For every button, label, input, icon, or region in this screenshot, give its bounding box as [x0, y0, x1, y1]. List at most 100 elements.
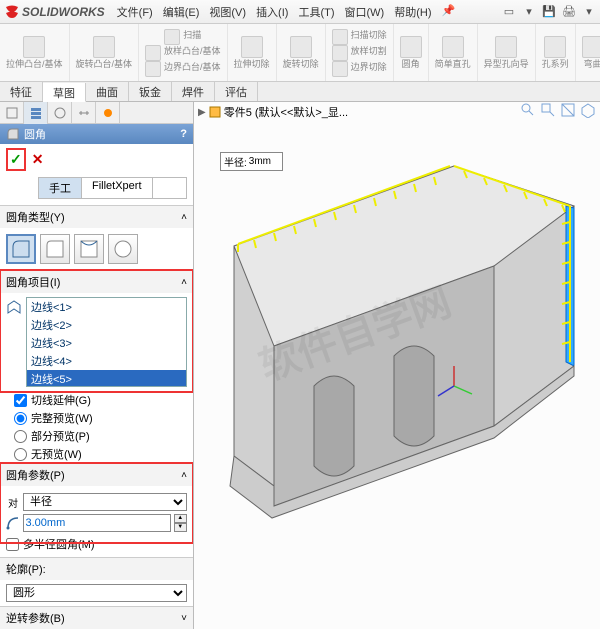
type-face-fillet[interactable]	[74, 234, 104, 264]
chevron-up-icon: ˄	[181, 212, 187, 223]
revolve-cut-button[interactable]	[290, 36, 312, 58]
menu-insert[interactable]: 插入(I)	[252, 2, 292, 22]
main-menu: 文件(F) 编辑(E) 视图(V) 插入(I) 工具(T) 窗口(W) 帮助(H…	[113, 2, 460, 22]
model-rendering	[194, 126, 600, 626]
full-preview-radio[interactable]	[14, 412, 27, 425]
hole-series-button[interactable]	[544, 36, 566, 58]
section-profile[interactable]: 轮廓(P):	[0, 558, 193, 580]
revolve-boss-button[interactable]	[93, 36, 115, 58]
app-name: SOLIDWORKS	[22, 5, 105, 19]
pm-title-bar: 圆角 ?	[0, 124, 193, 144]
property-icon	[29, 106, 43, 120]
sweep-button[interactable]	[164, 29, 180, 45]
type-variable-radius[interactable]	[40, 234, 70, 264]
menu-view[interactable]: 视图(V)	[205, 2, 250, 22]
section-view-icon[interactable]	[560, 102, 576, 118]
feature-manager-tabs	[0, 102, 193, 124]
tangent-propagation-checkbox[interactable]	[14, 394, 27, 407]
save-icon[interactable]: 💾	[542, 5, 556, 19]
tab-evaluate[interactable]: 评估	[215, 82, 258, 101]
list-item[interactable]: 边线<4>	[27, 352, 186, 370]
part-icon	[208, 105, 222, 119]
tab-feature[interactable]: 特征	[0, 82, 43, 101]
title-bar: SOLIDWORKS 文件(F) 编辑(E) 视图(V) 插入(I) 工具(T)…	[0, 0, 600, 24]
menu-tools[interactable]: 工具(T)	[294, 2, 338, 22]
zoom-area-icon[interactable]	[540, 102, 556, 118]
boundary-cut-button[interactable]	[332, 61, 348, 77]
pm-title-text: 圆角	[24, 126, 46, 142]
menu-file[interactable]: 文件(F)	[113, 2, 157, 22]
breadcrumb: ▶ 零件5 (默认<<默认>_显...	[198, 104, 348, 120]
spin-up[interactable]: ▲	[174, 514, 188, 523]
mode-toggle: 手工 FilletXpert	[38, 177, 187, 199]
radius-input[interactable]	[23, 514, 171, 532]
app-logo: SOLIDWORKS	[4, 4, 105, 20]
tab-sheetmetal[interactable]: 钣金	[129, 82, 172, 101]
tab-sketch[interactable]: 草图	[43, 83, 86, 102]
partial-preview-radio[interactable]	[14, 430, 27, 443]
property-manager-panel: 圆角 ? ✓ ✕ 手工 FilletXpert 圆角类型(Y)˄	[0, 102, 194, 629]
dim-icon	[77, 106, 91, 120]
simple-hole-button[interactable]	[442, 36, 464, 58]
spin-down[interactable]: ▼	[174, 523, 188, 532]
sweep-cut-button[interactable]	[332, 29, 348, 45]
type-full-round[interactable]	[108, 234, 138, 264]
tree-icon	[5, 106, 19, 120]
print-icon[interactable]: 🖨	[562, 5, 576, 19]
view-orientation-icon[interactable]	[580, 102, 596, 118]
solidworks-icon	[4, 4, 20, 20]
chevron-up-icon: ˄	[181, 470, 187, 481]
section-fillet-params[interactable]: 圆角参数(P)˄	[0, 464, 193, 486]
fillet-button[interactable]	[400, 36, 422, 58]
loft-button[interactable]	[145, 45, 161, 61]
ok-button[interactable]: ✓	[10, 151, 22, 168]
extrude-cut-button[interactable]	[241, 36, 263, 58]
type-constant-radius[interactable]	[6, 234, 36, 264]
fm-tab-tree[interactable]	[0, 102, 24, 124]
list-item[interactable]: 边线<1>	[27, 298, 186, 316]
list-item[interactable]: 边线<2>	[27, 316, 186, 334]
hole-wizard-button[interactable]	[495, 36, 517, 58]
graphics-viewport[interactable]: ▶ 零件5 (默认<<默认>_显... 半径:	[194, 102, 600, 629]
mode-manual[interactable]: 手工	[39, 178, 82, 198]
cancel-button[interactable]: ✕	[32, 151, 44, 168]
new-icon[interactable]: ▭	[502, 5, 516, 19]
mode-filletxpert[interactable]: FilletXpert	[82, 178, 153, 198]
extrude-boss-button[interactable]	[23, 36, 45, 58]
section-fillet-type[interactable]: 圆角类型(Y)˄	[0, 206, 193, 228]
options-icon[interactable]: ▾	[582, 5, 596, 19]
symmetry-select[interactable]: 半径	[23, 493, 187, 511]
multi-radius-checkbox[interactable]	[6, 538, 19, 551]
list-item[interactable]: 边线<5>	[27, 370, 186, 387]
loft-cut-button[interactable]	[332, 45, 348, 61]
tab-weldment[interactable]: 焊件	[172, 82, 215, 101]
fillet-icon	[6, 127, 20, 141]
fm-tab-config[interactable]	[48, 102, 72, 124]
fm-tab-property[interactable]	[24, 102, 48, 124]
expand-tree-icon[interactable]: ▶	[198, 107, 206, 118]
menu-pin[interactable]: 📌	[438, 2, 460, 22]
boundary-button[interactable]	[145, 61, 161, 77]
profile-select[interactable]: 圆形	[6, 584, 187, 602]
chevron-up-icon: ˄	[181, 277, 187, 288]
bend-button[interactable]	[582, 36, 600, 58]
tab-surface[interactable]: 曲面	[86, 82, 129, 101]
no-preview-radio[interactable]	[14, 448, 27, 461]
section-reverse[interactable]: 逆转参数(B)˅	[0, 607, 193, 629]
title-toolbar: ▭ ▾ 💾 🖨 ▾	[502, 5, 596, 19]
help-icon[interactable]: ?	[180, 128, 187, 140]
fm-tab-display[interactable]	[96, 102, 120, 124]
menu-help[interactable]: 帮助(H)	[390, 2, 435, 22]
section-fillet-items[interactable]: 圆角项目(I)˄	[0, 271, 193, 293]
symmetry-label: 对	[6, 495, 20, 510]
edge-selection-icon	[6, 299, 22, 315]
radius-icon	[6, 516, 20, 530]
zoom-fit-icon[interactable]	[520, 102, 536, 118]
fm-tab-dim[interactable]	[72, 102, 96, 124]
edge-selection-list[interactable]: 边线<1> 边线<2> 边线<3> 边线<4> 边线<5>	[26, 297, 187, 387]
breadcrumb-text[interactable]: 零件5 (默认<<默认>_显...	[224, 104, 348, 120]
list-item[interactable]: 边线<3>	[27, 334, 186, 352]
menu-window[interactable]: 窗口(W)	[341, 2, 389, 22]
open-icon[interactable]: ▾	[522, 5, 536, 19]
menu-edit[interactable]: 编辑(E)	[159, 2, 204, 22]
